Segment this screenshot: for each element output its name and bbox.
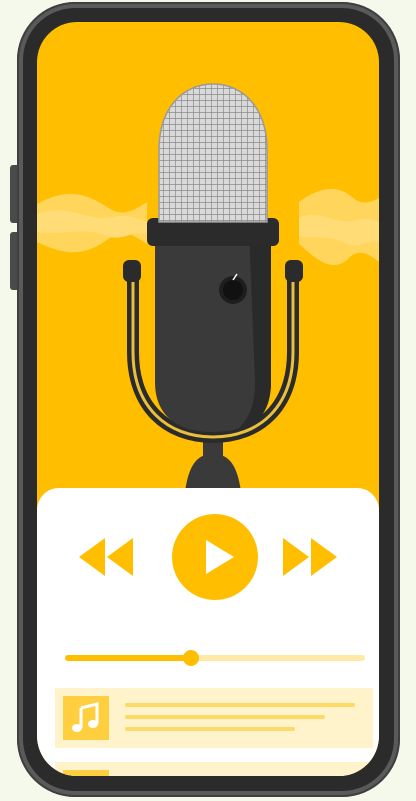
- rewind-button[interactable]: [75, 534, 135, 580]
- progress-fill: [65, 655, 191, 661]
- music-note-icon: [63, 770, 109, 776]
- music-note-icon: [72, 702, 99, 732]
- sound-wave-right: [299, 188, 379, 266]
- play-button[interactable]: [172, 514, 258, 600]
- sound-wave-left: [37, 193, 147, 253]
- player-card: [37, 488, 379, 776]
- play-icon: [206, 540, 234, 574]
- fast-forward-icon: [283, 538, 337, 576]
- progress-handle[interactable]: [183, 650, 199, 666]
- microphone-icon: [147, 83, 279, 432]
- track-meta-line: [125, 715, 325, 719]
- phone-frame: [17, 2, 400, 797]
- illustration-canvas: [0, 0, 416, 801]
- rewind-icon: [79, 538, 133, 576]
- list-item[interactable]: [55, 688, 373, 748]
- phone-screen: [37, 22, 379, 776]
- playback-controls: [37, 512, 379, 602]
- progress-bar[interactable]: [65, 650, 365, 666]
- list-item[interactable]: [55, 762, 373, 776]
- track-meta-line: [125, 727, 295, 731]
- track-thumbnail: [63, 770, 109, 776]
- microphone-hero: [37, 83, 379, 492]
- track-thumbnail: [63, 696, 109, 740]
- track-title-line: [125, 703, 355, 707]
- playlist: [55, 688, 373, 776]
- fast-forward-button[interactable]: [281, 534, 341, 580]
